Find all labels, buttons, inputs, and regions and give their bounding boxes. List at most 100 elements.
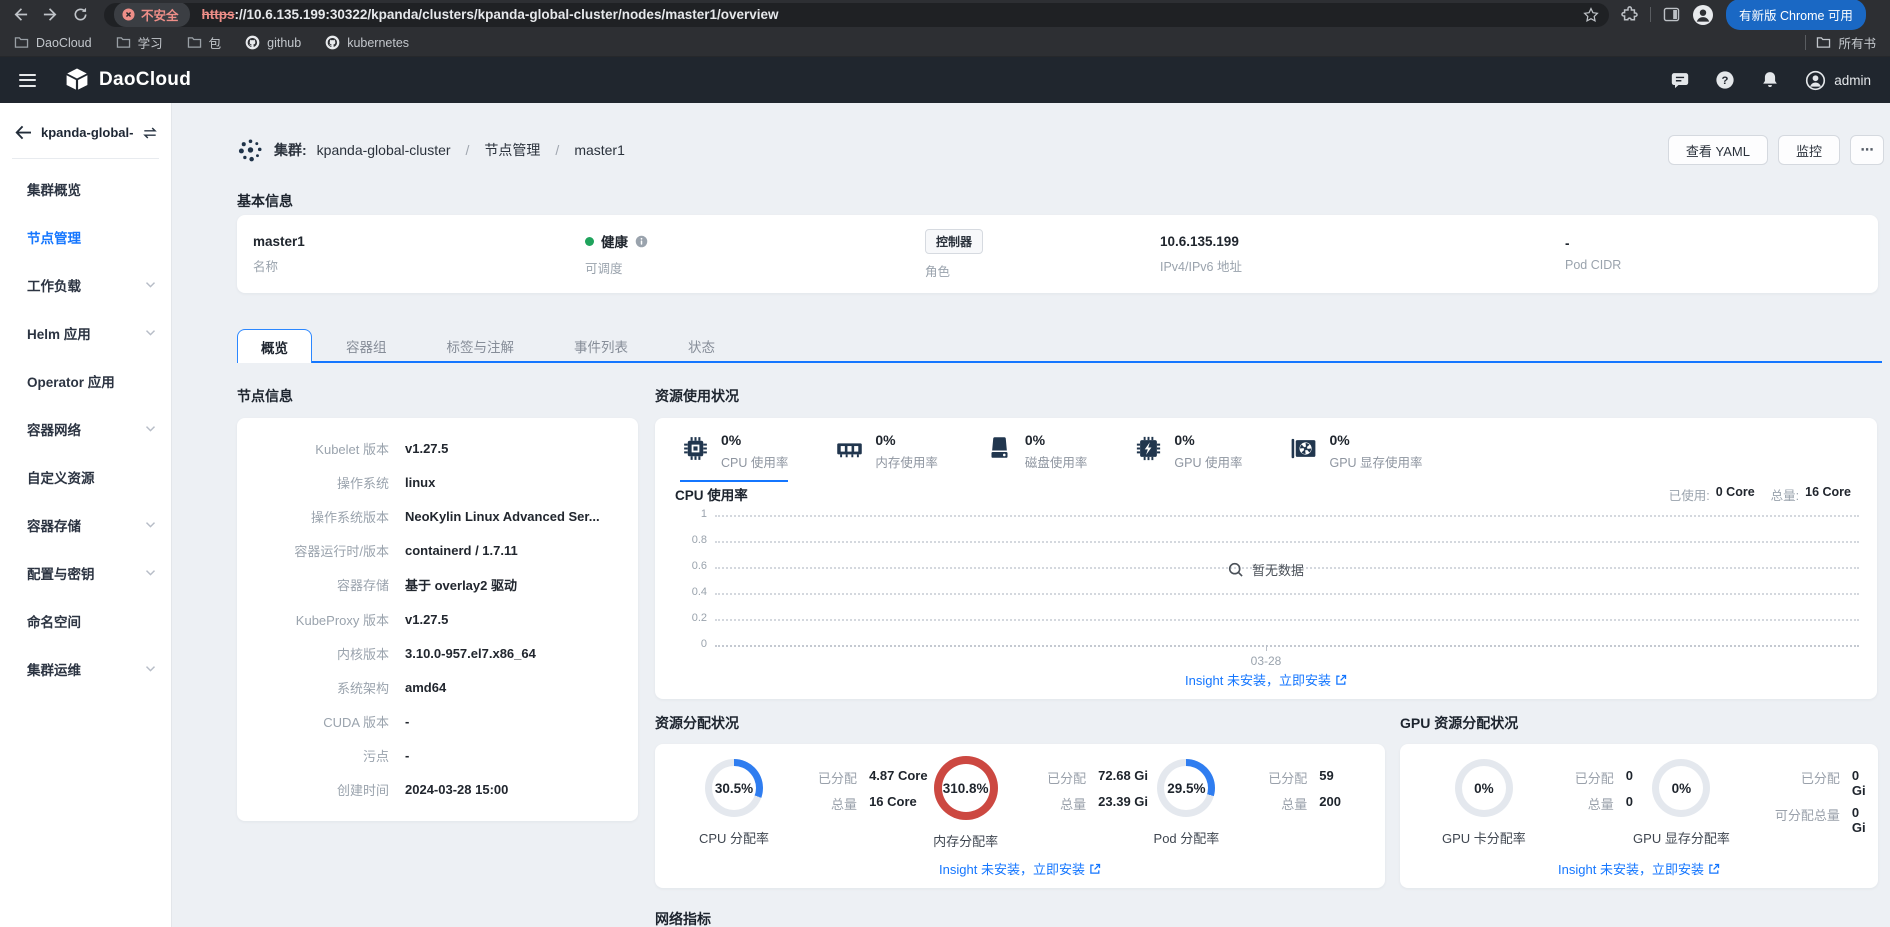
- more-actions-button[interactable]: ⋯: [1850, 135, 1884, 165]
- external-link-icon: [1335, 674, 1347, 686]
- chart-empty-state: 暂无数据: [673, 560, 1859, 579]
- tab-pods[interactable]: 容器组: [320, 329, 413, 363]
- github-icon: [325, 35, 340, 50]
- breadcrumb-cluster[interactable]: kpanda-global-cluster: [317, 142, 451, 158]
- stat-disk-usage[interactable]: 0%磁盘使用率: [984, 433, 1088, 482]
- stat-memory-usage[interactable]: 0%内存使用率: [834, 433, 938, 482]
- chevron-down-icon: [145, 521, 156, 529]
- stat-gpu-usage[interactable]: 0%GPU 使用率: [1133, 433, 1242, 482]
- user-name: admin: [1834, 73, 1871, 88]
- security-badge[interactable]: 不安全: [114, 3, 190, 27]
- address-bar[interactable]: 不安全 https://10.6.135.199:30322/kpanda/cl…: [104, 3, 1609, 27]
- insight-install-link[interactable]: Insight 未安装，立即安装: [655, 859, 1385, 878]
- tab-overview[interactable]: 概览: [237, 329, 312, 363]
- role-badge: 控制器: [925, 229, 983, 254]
- kubeproxy-version: v1.27.5: [405, 612, 460, 627]
- notifications-bell-icon[interactable]: [1760, 70, 1780, 90]
- monitor-button[interactable]: 监控: [1778, 135, 1840, 165]
- brand-logo[interactable]: DaoCloud: [64, 67, 191, 93]
- gpu-memory-allocation-donut: 0%: [1652, 759, 1710, 817]
- breadcrumb-current: master1: [574, 142, 625, 158]
- view-yaml-button[interactable]: 查看 YAML: [1668, 135, 1768, 165]
- daocloud-logo-icon: [64, 67, 90, 93]
- node-ip: 10.6.135.199: [1160, 234, 1565, 249]
- cpu-allocation-donut: 30.5%: [705, 759, 763, 817]
- switch-cluster-icon[interactable]: [142, 126, 158, 140]
- stat-gpu-memory-usage[interactable]: 0%GPU 显存使用率: [1288, 433, 1422, 482]
- profile-avatar-icon[interactable]: [1692, 4, 1714, 26]
- cpu-usage-chart: 1 0.8 0.6 0.4 0.2 0 暂无数据 03-28: [673, 508, 1859, 678]
- sidebar: kpanda-global-cl... 集群概览 节点管理 工作负载 Helm …: [0, 103, 172, 927]
- sidebar-item-cluster-ops[interactable]: 集群运维: [0, 645, 171, 693]
- forward-icon[interactable]: [36, 3, 64, 27]
- bookmark-kubernetes[interactable]: kubernetes: [325, 35, 409, 50]
- bookmark-folder-pkg[interactable]: 包: [187, 33, 222, 52]
- insight-install-link[interactable]: Insight 未安装，立即安装: [655, 670, 1877, 689]
- sidebar-item-container-network[interactable]: 容器网络: [0, 405, 171, 453]
- resource-usage-card: 0%CPU 使用率 0%内存使用率 0%磁盘使用率: [655, 418, 1877, 699]
- content-area: 集群: kpanda-global-cluster / 节点管理 / maste…: [172, 103, 1890, 927]
- sidebar-item-cluster-overview[interactable]: 集群概览: [0, 165, 171, 213]
- status-dot-icon: [585, 237, 594, 246]
- svg-text:?: ?: [1722, 75, 1729, 87]
- external-link-icon: [1089, 863, 1101, 875]
- cluster-name[interactable]: kpanda-global-cl...: [41, 125, 133, 140]
- sidebar-item-helm-apps[interactable]: Helm 应用: [0, 309, 171, 357]
- url-text: https://10.6.135.199:30322/kpanda/cluste…: [202, 7, 779, 22]
- breadcrumb-section[interactable]: 节点管理: [484, 140, 540, 160]
- sidebar-item-namespaces[interactable]: 命名空间: [0, 597, 171, 645]
- tab-labels-annotations[interactable]: 标签与注解: [421, 329, 541, 363]
- sidebar-item-custom-resources[interactable]: 自定义资源: [0, 453, 171, 501]
- basic-info-card: master1 名称 健康 可调度 控制器 角色 10.6.135.199 IP…: [237, 215, 1878, 293]
- reload-icon[interactable]: [66, 3, 94, 27]
- user-menu[interactable]: admin: [1805, 70, 1871, 91]
- sidebar-item-config-secrets[interactable]: 配置与密钥: [0, 549, 171, 597]
- node-name: master1: [253, 234, 585, 249]
- breadcrumb-separator: /: [550, 142, 564, 158]
- back-arrow-icon[interactable]: [15, 125, 32, 140]
- bookmarks-bar: DaoCloud 学习 包 github kubernetes 所有书: [0, 29, 1890, 57]
- chrome-update-button[interactable]: 有新版 Chrome 可用: [1726, 0, 1866, 30]
- sidebar-toggle-icon[interactable]: [19, 70, 36, 90]
- user-avatar-icon: [1805, 70, 1826, 91]
- folder-icon: [116, 36, 131, 49]
- pod-allocation-donut: 29.5%: [1157, 759, 1215, 817]
- allocation-title: 资源分配状况: [655, 713, 739, 733]
- help-icon[interactable]: ?: [1715, 70, 1735, 90]
- x-axis-tick: [1266, 645, 1267, 651]
- bookmark-folder-study[interactable]: 学习: [116, 33, 163, 52]
- stat-cpu-usage[interactable]: 0%CPU 使用率: [680, 433, 788, 482]
- chevron-down-icon: [145, 329, 156, 337]
- messages-icon[interactable]: [1670, 70, 1690, 90]
- os: linux: [405, 475, 447, 490]
- extensions-icon[interactable]: [1621, 6, 1638, 23]
- cluster-icon: [237, 137, 264, 164]
- bookmark-folder-daocloud[interactable]: DaoCloud: [14, 36, 92, 50]
- chart-title: CPU 使用率: [675, 484, 748, 504]
- gpu-allocation-title: GPU 资源分配状况: [1400, 713, 1518, 733]
- tab-status[interactable]: 状态: [662, 329, 741, 363]
- breadcrumb-separator: /: [461, 142, 475, 158]
- sidebar-item-workloads[interactable]: 工作负载: [0, 261, 171, 309]
- container-runtime: containerd / 1.7.11: [405, 543, 530, 558]
- sidebar-item-container-storage[interactable]: 容器存储: [0, 501, 171, 549]
- back-icon[interactable]: [6, 3, 34, 27]
- bookmark-github[interactable]: github: [245, 35, 301, 50]
- all-bookmarks-button[interactable]: 所有书: [1816, 33, 1876, 52]
- sidebar-item-node-management[interactable]: 节点管理: [0, 213, 171, 261]
- chevron-down-icon: [145, 569, 156, 577]
- bookmark-star-icon[interactable]: [1583, 7, 1599, 23]
- allocation-card: 30.5% CPU 分配率 已分配4.87 Core 总量16 Core 310…: [655, 744, 1385, 888]
- pod-cidr: -: [1565, 236, 1621, 251]
- breadcrumb-label: 集群:: [274, 140, 307, 160]
- app-header: DaoCloud ? admin: [0, 57, 1890, 103]
- tab-events[interactable]: 事件列表: [548, 329, 654, 363]
- cpu-icon: [680, 433, 711, 464]
- sidebar-item-operator-apps[interactable]: Operator 应用: [0, 357, 171, 405]
- side-panel-icon[interactable]: [1663, 7, 1680, 22]
- not-secure-icon: [122, 8, 135, 21]
- url-scheme: https: [202, 7, 235, 22]
- info-icon[interactable]: [635, 235, 648, 248]
- github-icon: [245, 35, 260, 50]
- insight-install-link[interactable]: Insight 未安装，立即安装: [1400, 859, 1878, 878]
